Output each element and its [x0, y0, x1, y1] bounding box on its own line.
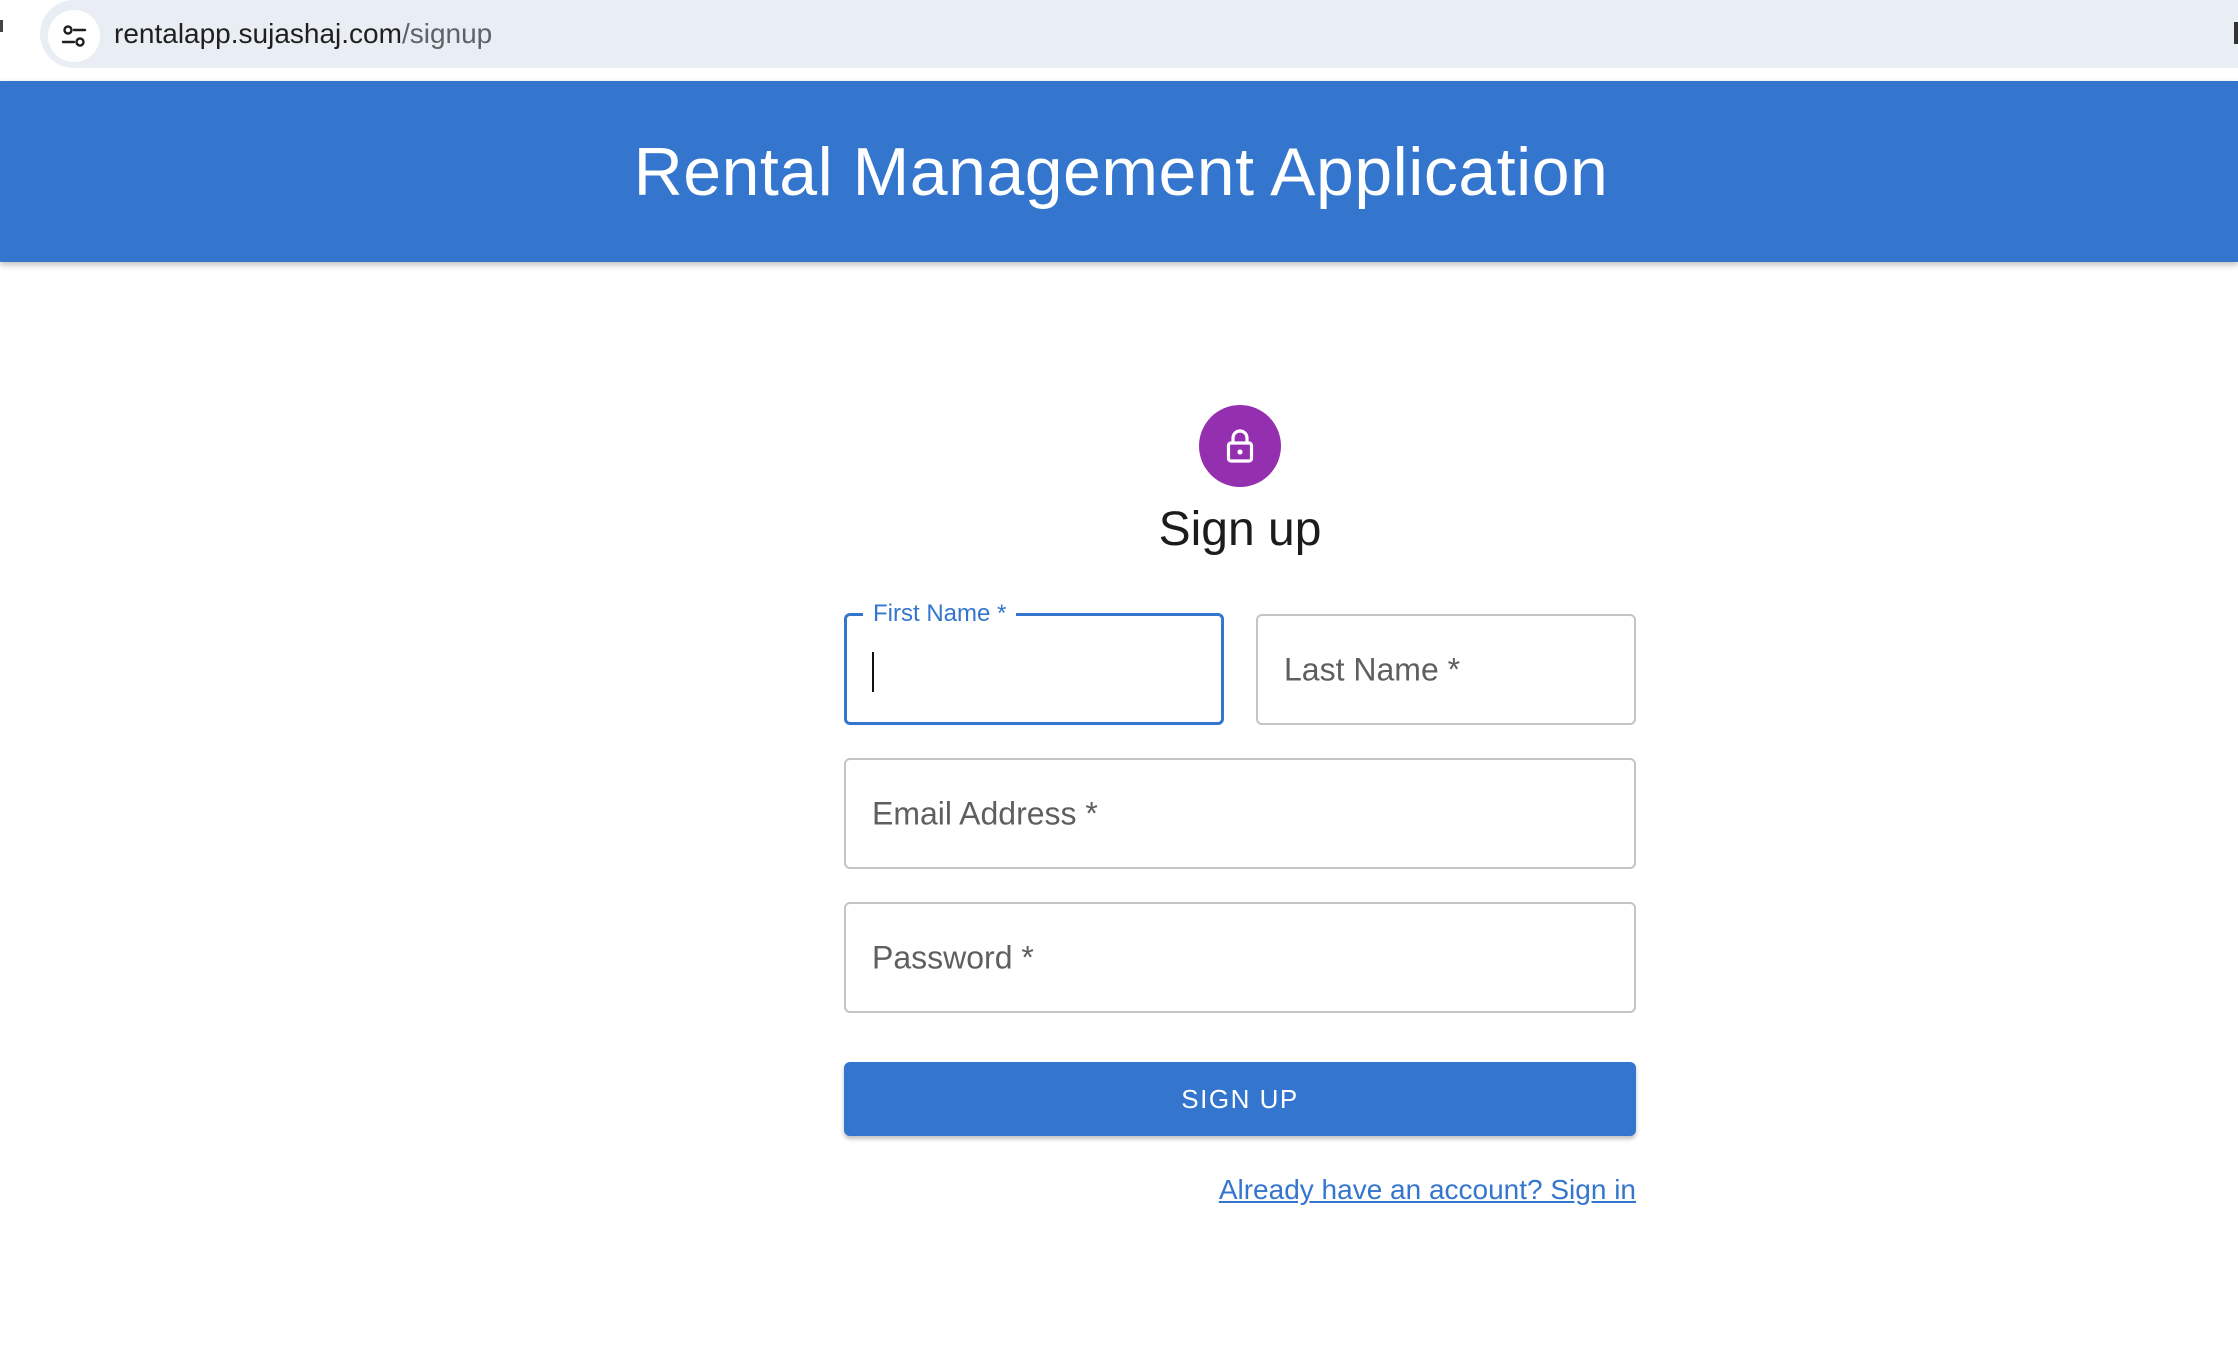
- site-info-button[interactable]: [48, 10, 100, 62]
- window-edge-marker-right: [2234, 22, 2238, 44]
- sign-in-link[interactable]: Already have an account? Sign in: [1219, 1174, 1636, 1206]
- app-header: Rental Management Application: [0, 81, 2238, 262]
- email-label: Email Address *: [872, 795, 1098, 831]
- window-edge-marker: [0, 20, 3, 32]
- url-path: /signup: [401, 18, 493, 49]
- url-host: rentalapp.sujashaj.com: [114, 18, 402, 49]
- last-name-field[interactable]: Last Name *: [1256, 614, 1636, 725]
- password-field[interactable]: Password *: [844, 902, 1636, 1013]
- first-name-label: First Name *: [863, 600, 1017, 628]
- email-field[interactable]: Email Address *: [844, 758, 1636, 869]
- app-title: Rental Management Application: [633, 133, 1609, 210]
- password-label: Password *: [872, 939, 1034, 975]
- url-text[interactable]: rentalapp.sujashaj.com/signup: [114, 14, 492, 54]
- last-name-label: Last Name *: [1284, 651, 1461, 687]
- form-title: Sign up: [1158, 503, 1322, 556]
- tune-icon: [61, 25, 87, 47]
- lock-avatar: [1199, 405, 1281, 487]
- first-name-field[interactable]: First Name *: [844, 600, 1224, 725]
- browser-address-bar: rentalapp.sujashaj.com/signup: [0, 0, 2238, 81]
- sign-up-button[interactable]: SIGN UP: [844, 1062, 1636, 1136]
- lock-icon: [1226, 429, 1254, 463]
- text-caret: [872, 652, 874, 692]
